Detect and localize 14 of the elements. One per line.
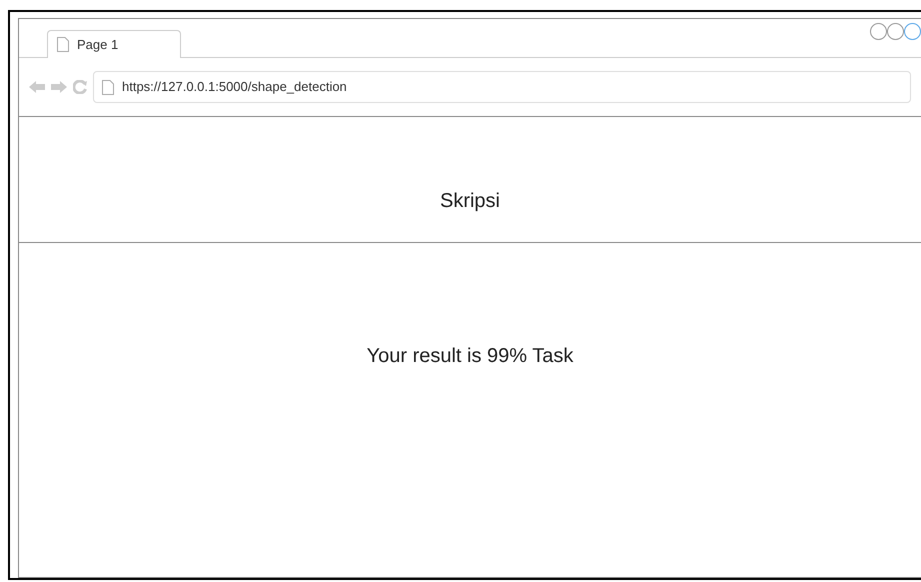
page-icon [102,80,114,94]
forward-icon[interactable] [51,81,67,93]
page-icon [57,37,69,52]
window-control-icon[interactable] [887,23,904,40]
result-text: Your result is 99% Task [366,344,574,369]
url-text: https://127.0.0.1:5000/shape_detection [122,78,347,96]
tab-title: Page 1 [77,36,118,54]
reload-icon[interactable] [73,80,87,94]
browser-tab[interactable]: Page 1 [47,30,181,58]
header-title: Skripsi [440,188,500,214]
address-bar[interactable]: https://127.0.0.1:5000/shape_detection [93,71,911,103]
back-icon[interactable] [29,81,45,93]
window-control-icon[interactable] [904,23,921,40]
window-control-icon[interactable] [870,23,887,40]
